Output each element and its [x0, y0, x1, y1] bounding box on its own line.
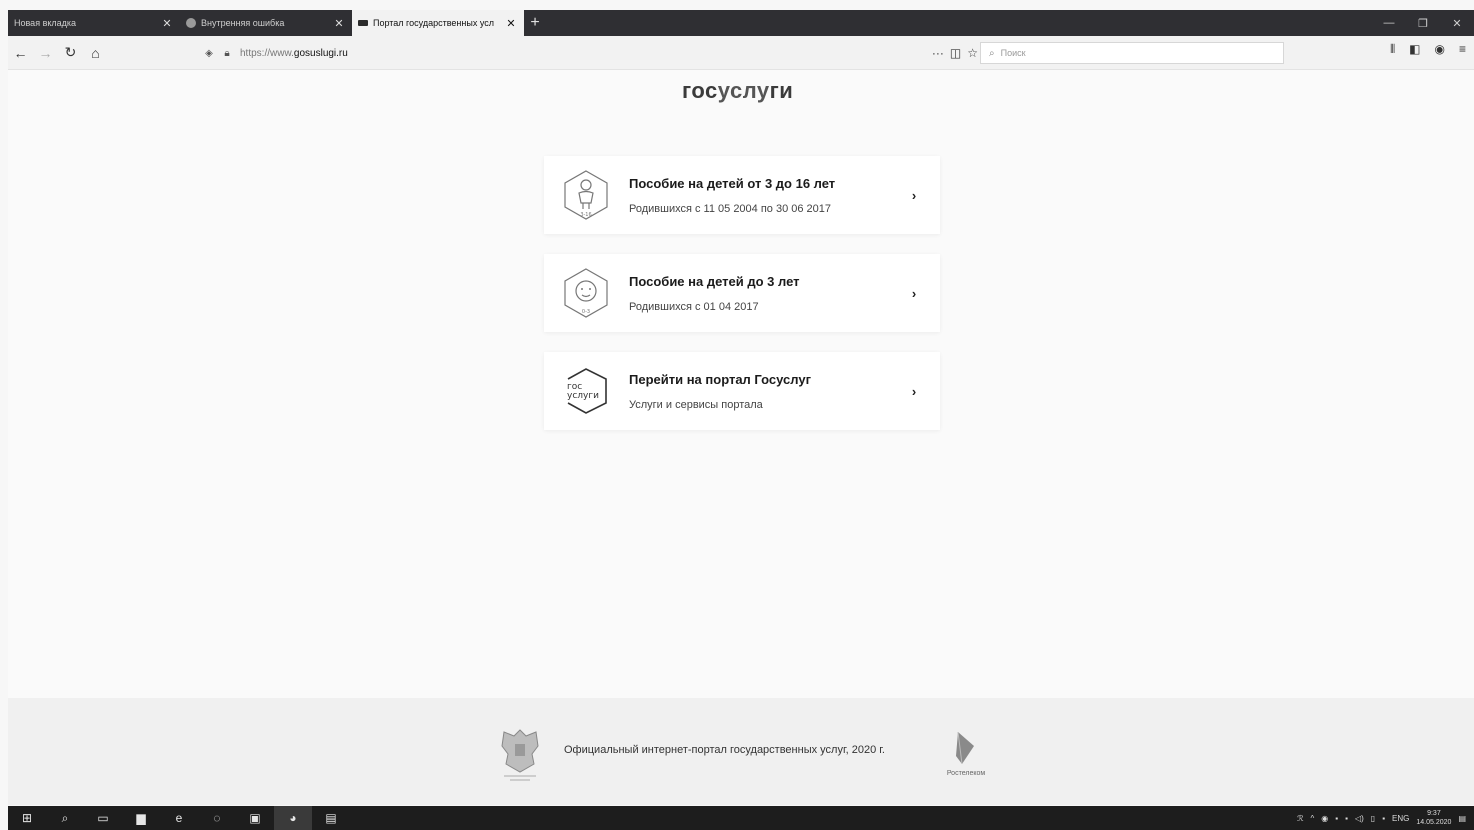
card-text: Пособие на детей от 3 до 16 лет Родивших…	[629, 176, 906, 215]
card-subtitle: Услуги и сервисы портала	[629, 398, 763, 411]
library-icon[interactable]: ⫴	[1390, 42, 1395, 57]
search-icon: ⌕	[989, 47, 995, 59]
people-icon[interactable]: ℛ	[1297, 814, 1303, 823]
account-icon[interactable]: ◉	[1435, 42, 1445, 57]
baby-0-3-icon: 0-3	[564, 268, 608, 318]
close-icon[interactable]: ✕	[504, 17, 518, 30]
logo-part-1: гос	[682, 78, 718, 103]
volume-icon[interactable]: ◁)	[1355, 814, 1364, 823]
browser-nav-bar: ← → ↻ ⌂ ◈ 🔒︎ https://www.gosuslugi.ru ··…	[8, 36, 1474, 70]
tab-title: Новая вкладка	[14, 18, 77, 28]
card-text: Пособие на детей до 3 лет Родившихся с 0…	[629, 274, 906, 313]
card-child-benefit-3-16[interactable]: 3-16 Пособие на детей от 3 до 16 лет Род…	[544, 156, 940, 234]
notifications-icon[interactable]: ▤	[1458, 814, 1466, 823]
close-icon[interactable]: ✕	[332, 17, 346, 30]
gosuslugi-logo-icon: гос услуги	[567, 368, 607, 414]
icon-text-bottom: услуги	[567, 391, 599, 401]
restore-icon[interactable]: ❐	[1406, 10, 1440, 36]
page-actions: ··· ◫ ☆	[932, 46, 978, 60]
taskbar: ⊞ ⌕ ▭ ▆ e ◌ ▣ ◕ ▤ ℛ ^ ◉ ▪ ▪ ◁) ▯ ▪ ENG 9…	[8, 806, 1474, 830]
search-icon[interactable]: ⌕	[46, 806, 84, 830]
browser-tab-bar: Новая вкладка ✕ Внутренняя ошибка ✕ Порт…	[8, 10, 1474, 36]
home-icon[interactable]: ⌂	[83, 41, 108, 65]
card-child-benefit-0-3[interactable]: 0-3 Пособие на детей до 3 лет Родившихся…	[544, 254, 940, 332]
sidebar-icon[interactable]: ◧	[1409, 42, 1420, 57]
close-window-icon[interactable]: ✕	[1440, 10, 1474, 36]
card-title: Пособие на детей от 3 до 16 лет	[629, 175, 836, 191]
card-subtitle: Родившихся с 01 04 2017	[629, 300, 759, 313]
card-title: Пособие на детей до 3 лет	[629, 273, 800, 289]
address-bar[interactable]: ◈ 🔒︎ https://www.gosuslugi.ru ··· ◫ ☆	[200, 42, 978, 64]
rostelecom-icon	[956, 731, 974, 765]
file-explorer-icon[interactable]: ▆	[122, 806, 160, 830]
footer: Официальный интернет-портал государствен…	[8, 698, 1474, 805]
back-icon[interactable]: ←	[8, 41, 33, 65]
globe-icon	[186, 18, 196, 28]
screen: Новая вкладка ✕ Внутренняя ошибка ✕ Порт…	[0, 0, 1474, 830]
card-gosuslugi-portal[interactable]: гос услуги Перейти на портал Госуслуг Ус…	[544, 352, 940, 430]
tab-internal-error[interactable]: Внутренняя ошибка ✕	[180, 10, 352, 36]
url-domain: gosuslugi.ru	[293, 47, 348, 59]
search-placeholder: Поиск	[1000, 48, 1026, 58]
clock-date: 14.05.2020	[1416, 819, 1452, 826]
logo-part-3: ги	[769, 78, 794, 103]
chevron-right-icon[interactable]: ›	[906, 286, 922, 301]
new-tab-button[interactable]: +	[524, 10, 546, 36]
lock-icon[interactable]: 🔒︎	[218, 48, 236, 59]
more-actions-icon[interactable]: ···	[932, 46, 944, 60]
tray-app-icon[interactable]: ◉	[1321, 814, 1328, 823]
network-icon[interactable]: ▪	[1335, 814, 1338, 823]
close-icon[interactable]: ✕	[160, 17, 174, 30]
forward-icon[interactable]: →	[33, 41, 58, 65]
card-subtitle: Родившихся с 11 05 2004 по 30 06 2017	[629, 202, 832, 215]
rostelecom-label: Ростелеком	[946, 770, 986, 777]
lang-indicator[interactable]: ENG	[1392, 814, 1409, 823]
task-view-icon[interactable]: ▭	[84, 806, 122, 830]
tab-new-tab[interactable]: Новая вкладка ✕	[8, 10, 180, 36]
pocket-icon[interactable]: ◫	[950, 46, 961, 60]
start-icon[interactable]: ⊞	[8, 806, 46, 830]
tab-gosuslugi[interactable]: Портал государственных усл ✕	[352, 10, 524, 36]
chevron-up-icon[interactable]: ^	[1311, 814, 1315, 823]
card-text: Перейти на портал Госуслуг Услуги и серв…	[629, 372, 906, 411]
bookmark-star-icon[interactable]: ☆	[967, 46, 978, 60]
shield-icon[interactable]: ◈	[200, 48, 218, 59]
tab-title: Внутренняя ошибка	[201, 18, 285, 28]
footer-copyright: Официальный интернет-портал государствен…	[564, 744, 885, 756]
system-tray: ℛ ^ ◉ ▪ ▪ ◁) ▯ ▪ ENG 9:37 14.05.2020 ▤	[1297, 809, 1474, 827]
site-favicon-icon	[358, 20, 368, 26]
firefox-icon[interactable]: ◕	[274, 806, 312, 830]
usb-icon[interactable]: ▯	[1371, 814, 1375, 823]
document-icon[interactable]: ▤	[312, 806, 350, 830]
tab-title: Портал государственных усл	[373, 18, 494, 28]
reload-icon[interactable]: ↻	[58, 41, 83, 65]
tab-bar-spacer	[546, 10, 1372, 36]
toolbar-right: ⫴ ◧ ◉ ≡	[1390, 42, 1466, 57]
monitor-icon[interactable]: ▪	[1345, 814, 1348, 823]
url-prefix: https://www.	[240, 47, 294, 59]
edge-icon[interactable]: e	[160, 806, 198, 830]
benefit-cards: 3-16 Пособие на детей от 3 до 16 лет Род…	[544, 156, 940, 450]
icon-age-label: 0-3	[582, 309, 590, 315]
logo-part-2: услу	[717, 78, 770, 103]
url-text: https://www.gosuslugi.ru	[240, 48, 348, 59]
icon-age-label: 3-16	[580, 212, 591, 218]
minimize-icon[interactable]: —	[1372, 10, 1406, 36]
coat-of-arms-icon	[501, 729, 539, 781]
rostelecom-logo[interactable]: Ростелеком	[936, 726, 996, 782]
clock[interactable]: 9:37 14.05.2020	[1416, 809, 1451, 827]
menu-icon[interactable]: ≡	[1459, 42, 1466, 57]
save-app-icon[interactable]: ▣	[236, 806, 274, 830]
clock-time: 9:37	[1427, 810, 1441, 817]
keyboard-icon[interactable]: ▪	[1382, 814, 1385, 823]
child-3-16-icon: 3-16	[564, 170, 608, 220]
page-content: госуслуги 3-16 Пособие на детей от 3 до …	[8, 70, 1474, 805]
chrome-icon[interactable]: ◌	[198, 806, 236, 830]
chevron-right-icon[interactable]: ›	[906, 188, 922, 203]
search-input[interactable]: ⌕ Поиск	[980, 42, 1284, 64]
card-title: Перейти на портал Госуслуг	[629, 371, 812, 387]
gosuslugi-logo[interactable]: госуслуги	[682, 78, 793, 104]
chevron-right-icon[interactable]: ›	[906, 384, 922, 399]
